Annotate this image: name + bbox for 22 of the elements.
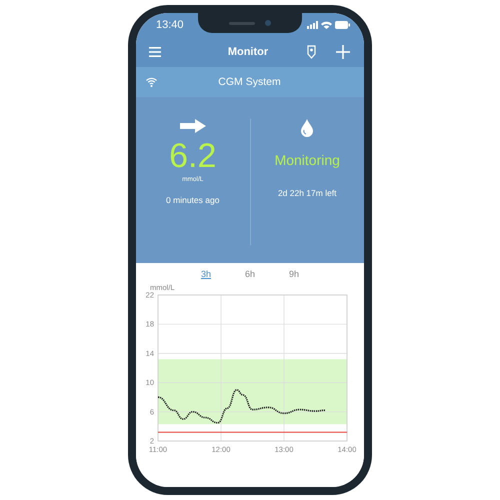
- wireless-icon: [146, 77, 157, 87]
- battery-icon: [335, 21, 350, 29]
- wifi-icon: [321, 21, 332, 29]
- right-arrow-icon: [180, 119, 206, 133]
- glucose-value: 6.2: [169, 139, 216, 173]
- transmitter-button[interactable]: [306, 45, 316, 59]
- range-tab[interactable]: 3h: [200, 267, 211, 281]
- reading-age: 0 minutes ago: [166, 195, 220, 205]
- plus-icon: [336, 45, 350, 59]
- drop-icon: [301, 119, 314, 137]
- range-tab[interactable]: 6h: [244, 267, 255, 281]
- menu-button[interactable]: [149, 47, 161, 57]
- device-label: CGM System: [217, 76, 282, 88]
- time-remaining: 2d 22h 17m left: [278, 188, 337, 198]
- signal-icon: [307, 21, 318, 29]
- status-time: 13:40: [156, 19, 184, 31]
- sensor-status: Monitoring: [274, 152, 340, 168]
- transmitter-icon: [306, 45, 316, 59]
- add-button[interactable]: [336, 45, 350, 59]
- screen-title: Monitor: [226, 46, 270, 58]
- menu-icon: [149, 47, 161, 57]
- range-tab[interactable]: 9h: [289, 267, 300, 281]
